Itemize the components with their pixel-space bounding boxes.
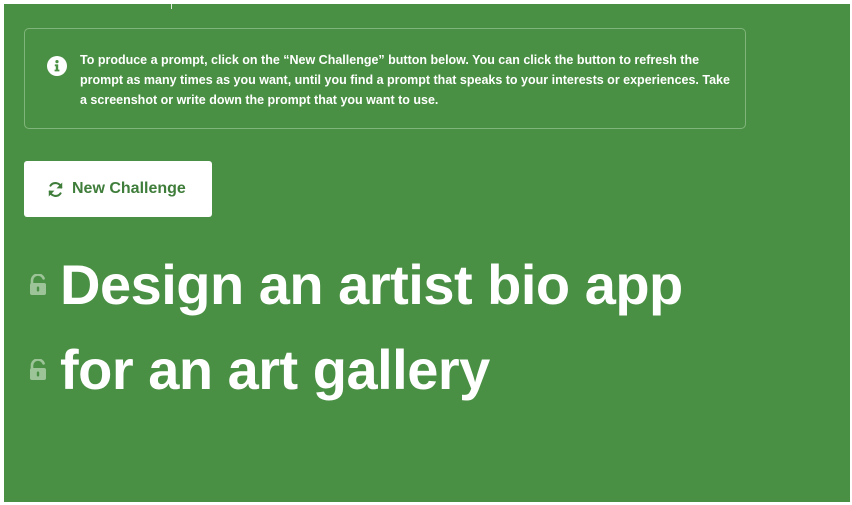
info-callout: To produce a prompt, click on the “New C… xyxy=(24,28,746,129)
new-challenge-button[interactable]: New Challenge xyxy=(24,161,212,217)
info-icon xyxy=(47,56,67,76)
info-text: To produce a prompt, click on the “New C… xyxy=(80,53,730,107)
prompt-part-2: for an art gallery xyxy=(28,334,490,406)
prompt-part-1-text: Design an artist bio app xyxy=(60,253,683,316)
prompt-part-1: Design an artist bio app xyxy=(28,249,683,321)
challenge-panel: To produce a prompt, click on the “New C… xyxy=(4,4,850,502)
new-challenge-label: New Challenge xyxy=(72,180,186,197)
unlock-icon[interactable] xyxy=(28,359,48,381)
top-divider xyxy=(171,4,172,9)
refresh-icon xyxy=(48,181,63,197)
unlock-icon[interactable] xyxy=(28,274,48,296)
prompt-part-2-text: for an art gallery xyxy=(60,338,490,401)
